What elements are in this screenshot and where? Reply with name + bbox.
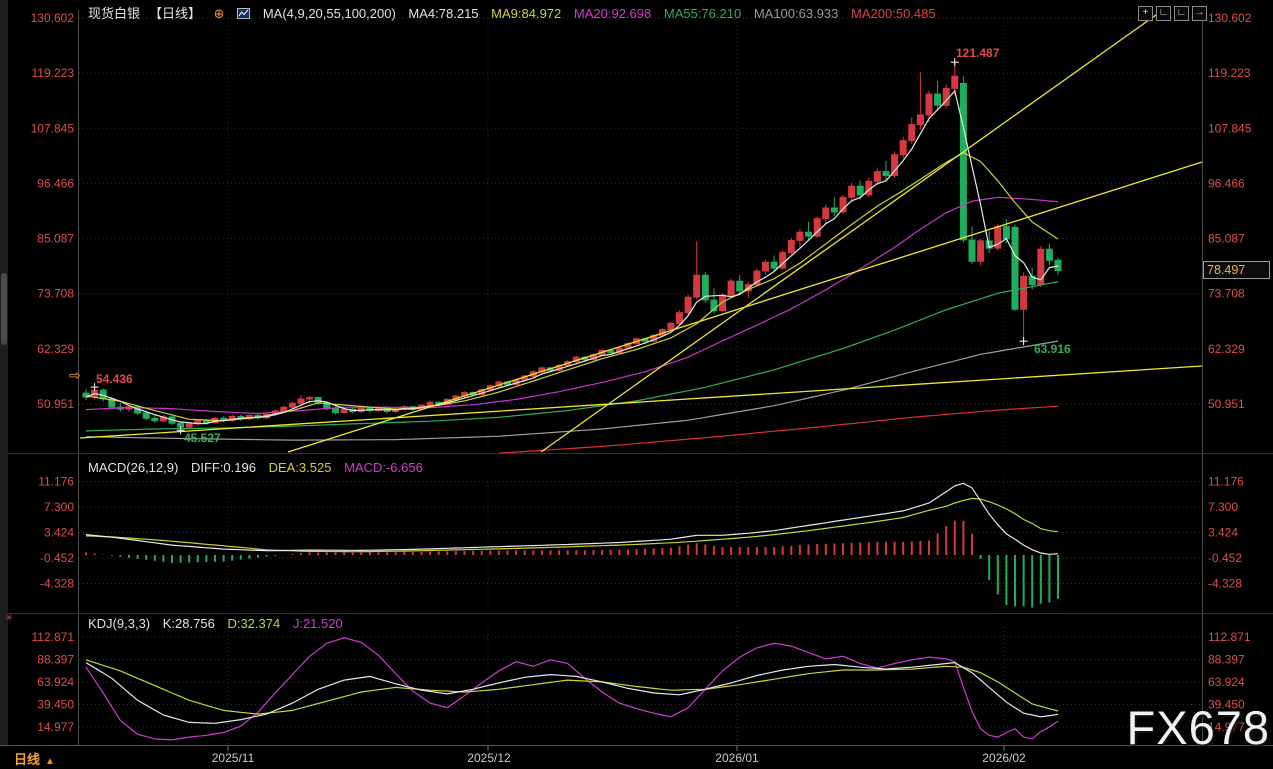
axis-value-label: 63.924 [37,675,74,689]
macd-panel [86,483,1058,607]
y-axis-scale-icon[interactable]: ∟ [1156,6,1171,21]
ma100-value: MA100:63.933 [754,6,839,21]
ma200-value: MA200:50.485 [851,6,936,21]
extreme-price-label-high: 54.436 [96,372,133,386]
candlestick-series [83,62,1061,430]
axis-value-label: 39.450 [37,698,74,712]
kdj-d-value: D:32.374 [227,616,280,631]
x-axis-scale-icon[interactable]: ∟ [1174,6,1189,21]
ma55-value: MA55:76.210 [664,6,741,21]
axis-value-label: 119.223 [1208,66,1251,80]
period-selector-label: 日线 [14,752,40,767]
last-price-value: 78.497 [1207,263,1245,277]
axis-value-label: 3.424 [44,526,74,540]
macd-diff-value: DIFF:0.196 [191,460,256,475]
extreme-price-label-low: 45.527 [184,431,221,445]
axis-value-label: 50.951 [37,397,74,411]
watermark: FX678 [1127,700,1270,755]
axis-value-label: 88.397 [1208,653,1245,667]
trading-app-window: ✳ ⇨ 130.602 130.602 119.223 119.223 107.845 1… [0,0,1273,769]
x-axis-label: 2025/12 [467,751,511,765]
axis-value-label: -4.328 [1208,577,1242,591]
chart-canvas[interactable]: 130.602 130.602 119.223 119.223 107.845 107.8… [0,0,1273,769]
kdj-j-value: J:21.520 [293,616,343,631]
kdj-legend: KDJ(9,3,3) K:28.756 D:32.374 J:21.520 [88,616,352,631]
x-axis-label: 2025/11 [212,751,255,765]
pan-tool-icon[interactable]: + [1138,6,1153,21]
trendlines [80,10,1202,452]
axis-value-label: 11.176 [1208,475,1244,489]
ma9-value: MA9:84.972 [491,6,561,21]
axis-value-label: 3.424 [1208,526,1238,540]
axis-value-label: -0.452 [1208,551,1242,565]
add-indicator-icon[interactable]: ⊕ [214,6,225,21]
kdj-title: KDJ(9,3,3) [88,616,150,631]
period-selector[interactable]: 日线 ▲ [14,749,55,768]
macd-legend: MACD(26,12,9) DIFF:0.196 DEA:3.525 MACD:… [88,460,432,475]
axis-value-label: 73.708 [1208,287,1245,301]
axis-value-label: 62.329 [1208,342,1245,356]
axis-labels: 130.602 130.602 119.223 119.223 107.845 107.8… [31,11,1252,765]
x-axis-label: 2026/01 [715,751,759,765]
axis-value-label: 85.087 [37,232,74,246]
period-label: 【日线】 [149,6,201,21]
axis-value-label: 7.300 [44,500,74,514]
x-axis-label: 2026/02 [982,751,1026,765]
axis-value-label: 96.466 [1208,176,1245,190]
macd-title: MACD(26,12,9) [88,460,178,475]
axis-value-label: 50.951 [1208,397,1245,411]
restore-view-icon[interactable]: → [1192,6,1207,21]
chart-toolbar: +∟∟→ [1135,2,1207,21]
axis-value-label: 130.602 [1208,11,1252,25]
kdj-k-value: K:28.756 [163,616,215,631]
axis-value-label: 112.871 [32,630,75,644]
symbol-title: 现货白银 [88,6,140,21]
axis-value-label: 112.871 [1208,630,1251,644]
axis-value-label: 11.176 [38,475,74,489]
ma20-value: MA20:92.698 [574,6,651,21]
axis-value-label: 85.087 [1208,232,1245,246]
extreme-price-label-low: 63.916 [1034,342,1071,356]
panel-frame [0,10,1273,751]
main-chart-legend: 现货白银【日线】 ⊕ MA(4,9,20,55,100,200) MA4:78.… [88,3,945,22]
axis-value-label: 7.300 [1208,500,1238,514]
axis-value-label: 62.329 [37,342,74,356]
chart-type-icon[interactable] [237,7,250,22]
ma4-value: MA4:78.215 [408,6,478,21]
macd-hist-value: MACD:-6.656 [344,460,423,475]
ma-overlays [86,91,1058,453]
scroll-history-icon[interactable]: ⇨ [69,367,81,384]
last-price-tag: 78.497 [1203,261,1270,279]
ma-params-label: MA(4,9,20,55,100,200) [263,6,396,21]
axis-value-label: 73.708 [37,287,74,301]
axis-value-label: 119.223 [32,66,75,80]
axis-value-label: 63.924 [1208,675,1245,689]
extreme-price-label-high: 121.487 [956,46,999,60]
axis-value-label: 96.466 [37,176,74,190]
axis-value-label: 107.845 [31,121,75,135]
alert-icon: ✳ [5,613,13,624]
macd-dea-value: DEA:3.525 [269,460,332,475]
axis-value-label: 14.977 [37,720,74,734]
axis-value-label: -0.452 [40,551,74,565]
triangle-up-icon: ▲ [45,756,55,767]
axis-value-label: 130.602 [31,11,75,25]
axis-value-label: 107.845 [1208,121,1252,135]
axis-value-label: 88.397 [37,653,74,667]
axis-value-label: -4.328 [40,577,74,591]
kdj-panel [86,638,1058,740]
